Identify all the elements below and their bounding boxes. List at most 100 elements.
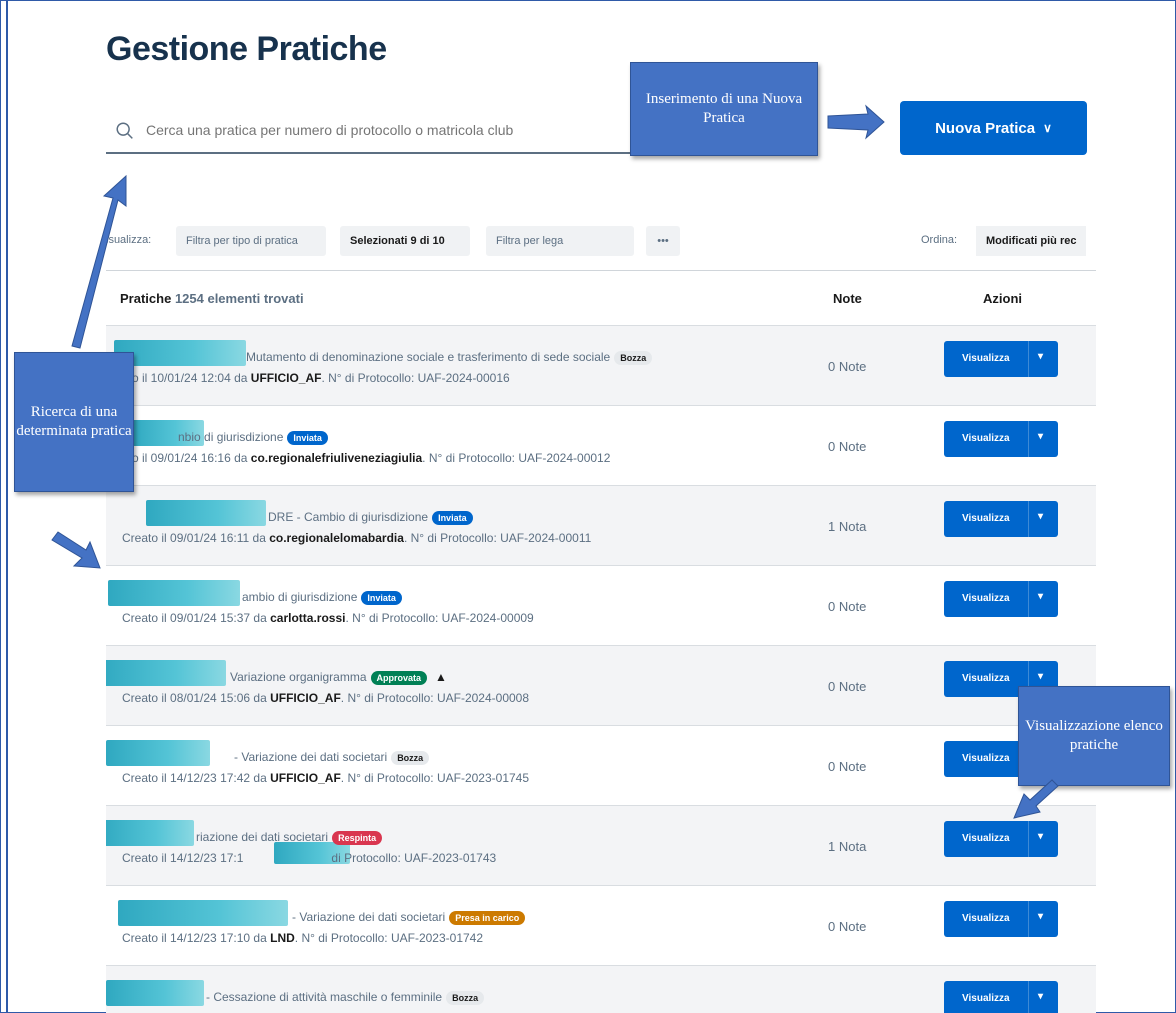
button-separator (1028, 901, 1029, 937)
chevron-down-icon[interactable]: ▾ (1038, 431, 1043, 442)
note-count[interactable]: 0 Note (828, 599, 866, 614)
created-by-user: UFFICIO_AF (270, 691, 341, 705)
status-badge: Bozza (614, 350, 653, 365)
view-filter-label: isualizza: (106, 234, 152, 246)
new-practice-button[interactable]: Nuova Pratica ∨ (900, 101, 1087, 155)
chevron-down-icon[interactable]: ▾ (1038, 911, 1043, 922)
filter-type-chip[interactable]: Filtra per tipo di pratica (176, 226, 326, 256)
practice-title: ambio di giurisdizione Inviata (242, 590, 402, 605)
redacted-club-name (106, 660, 226, 686)
practice-row: - Variazione dei dati societari Bozza Crea… (106, 725, 1096, 805)
created-info: ato il 09/01/24 16:16 da (122, 451, 251, 465)
order-select[interactable]: Modificati più rec (976, 226, 1086, 256)
practice-row: nbio di giurisdizione Inviata ato il 09/01… (106, 405, 1096, 485)
note-count[interactable]: 0 Note (828, 439, 866, 454)
view-button-label: Visualizza (962, 753, 1010, 764)
note-count[interactable]: 1 Nota (828, 519, 866, 534)
table-title-label: Pratiche (120, 291, 172, 306)
practice-meta: Creato il 09/01/24 16:11 da co.regionale… (122, 531, 591, 545)
filter-league-chip[interactable]: Filtra per lega (486, 226, 634, 256)
selected-count-chip[interactable]: Selezionati 9 di 10 (340, 226, 470, 256)
view-button[interactable]: Visualizza ▾ (944, 581, 1058, 617)
button-separator (1028, 821, 1029, 857)
status-badge: Inviata (361, 590, 402, 605)
view-button[interactable]: Visualizza ▾ (944, 821, 1058, 857)
redacted-club-name (106, 820, 194, 846)
practice-list: Mutamento di denominazione sociale e tra… (106, 325, 1096, 1013)
status-badge: Respinta (332, 830, 383, 845)
created-info: Creato il 08/01/24 15:06 da (122, 691, 271, 705)
view-button[interactable]: Visualizza ▾ (944, 981, 1058, 1013)
practice-title: riazione dei dati societari Respinta (196, 830, 383, 845)
note-count[interactable]: 0 Note (828, 759, 866, 774)
chevron-down-icon[interactable]: ▾ (1038, 591, 1043, 602)
chevron-down-icon[interactable]: ▾ (1038, 831, 1043, 842)
practice-row: riazione dei dati societari Respinta Creat… (106, 805, 1096, 885)
view-button-label: Visualizza (962, 593, 1010, 604)
practice-meta: Creato il 14/12/23 17:42 da UFFICIO_AF. … (122, 771, 529, 785)
chevron-down-icon[interactable]: ▾ (1038, 991, 1043, 1002)
chevron-down-icon[interactable]: ▾ (1038, 511, 1043, 522)
view-button[interactable]: Visualizza ▾ (944, 901, 1058, 937)
button-separator (1028, 341, 1029, 377)
view-button-label: Visualizza (962, 513, 1010, 524)
view-button[interactable]: Visualizza ▾ (944, 341, 1058, 377)
created-by-user: co.regionalefriuliveneziagiulia (250, 451, 423, 465)
chevron-down-icon[interactable]: ▾ (1038, 351, 1043, 362)
protocol-number: . N° di Protocollo: UAF-2023-01745 (340, 771, 530, 785)
protocol-number: . N° di Protocollo: UAF-2024-00011 (403, 531, 592, 545)
more-filters-button[interactable]: ••• (646, 226, 680, 256)
practice-title: Mutamento di denominazione sociale e tra… (246, 350, 653, 365)
new-practice-label: Nuova Pratica (935, 119, 1036, 137)
view-button[interactable]: Visualizza ▾ (944, 501, 1058, 537)
practice-meta: ato il 09/01/24 16:16 da co.regionalefri… (122, 451, 610, 465)
practice-type: Variazione organigramma (230, 670, 367, 684)
practice-row: - Cessazione di attività maschile o femm… (106, 965, 1096, 1013)
practice-title: - Variazione dei dati societari Presa in … (292, 910, 526, 925)
protocol-number: . N° di Protocollo: UAF-2024-00012 (422, 451, 611, 465)
practice-row: Mutamento di denominazione sociale e tra… (106, 325, 1096, 405)
view-button-label: Visualizza (962, 913, 1010, 924)
note-count[interactable]: 0 Note (828, 919, 866, 934)
created-by-user: UFFICIO_AF (270, 771, 341, 785)
practice-meta: Creato il 09/01/24 15:37 da carlotta.ros… (122, 611, 534, 625)
practice-type: nbio di giurisdizione (178, 430, 284, 444)
status-badge: Inviata (287, 430, 328, 445)
note-count[interactable]: 1 Nota (828, 839, 866, 854)
created-by-user: LND (270, 931, 295, 945)
practice-title: Variazione organigramma Approvata ▲ (230, 670, 447, 685)
practice-title: - Variazione dei dati societari Bozza (234, 750, 430, 765)
status-badge: Presa in carico (449, 910, 526, 925)
view-button-label: Visualizza (962, 433, 1010, 444)
practice-type: Mutamento di denominazione sociale e tra… (246, 350, 611, 364)
practice-type: - Variazione dei dati societari (292, 910, 446, 924)
created-info: ato il 10/01/24 12:04 da (122, 371, 251, 385)
practice-type: - Cessazione di attività maschile o femm… (206, 990, 443, 1004)
redacted-club-name (146, 500, 266, 526)
table-title: Pratiche 1254 elementi trovati (120, 291, 304, 306)
view-button-label: Visualizza (962, 353, 1010, 364)
view-button-label: Visualizza (962, 673, 1010, 684)
page-title: Gestione Pratiche (106, 30, 387, 68)
created-info: Creato il 09/01/24 15:37 da (122, 611, 271, 625)
callout-new-practice: Inserimento di una Nuova Pratica (630, 62, 818, 156)
protocol-number: . N° di Protocollo: UAF-2024-00009 (345, 611, 534, 625)
note-count[interactable]: 0 Note (828, 359, 866, 374)
created-by-user: UFFICIO_AF (250, 371, 322, 385)
chevron-down-icon[interactable]: ▾ (1038, 671, 1043, 682)
view-button[interactable]: Visualizza ▾ (944, 421, 1058, 457)
note-count[interactable]: 0 Note (828, 679, 866, 694)
practice-row: DRE - Cambio di giurisdizione Inviata Crea… (106, 485, 1096, 565)
button-separator (1028, 581, 1029, 617)
created-info: Creato il 14/12/23 17:10 da (122, 931, 271, 945)
status-badge: Bozza (391, 750, 430, 765)
protocol-number: . N° di Protocollo: UAF-2024-00016 (321, 371, 510, 385)
section-divider (106, 270, 1096, 271)
redacted-club-name (108, 580, 240, 606)
results-count: 1254 elementi trovati (174, 291, 304, 306)
practice-type: DRE - Cambio di giurisdizione (268, 510, 429, 524)
callout-list: Visualizzazione elenco pratiche (1018, 686, 1170, 786)
created-info: Creato il 09/01/24 16:11 da (122, 531, 270, 545)
chevron-down-icon: ∨ (1043, 121, 1052, 135)
redacted-club-name (106, 980, 204, 1006)
